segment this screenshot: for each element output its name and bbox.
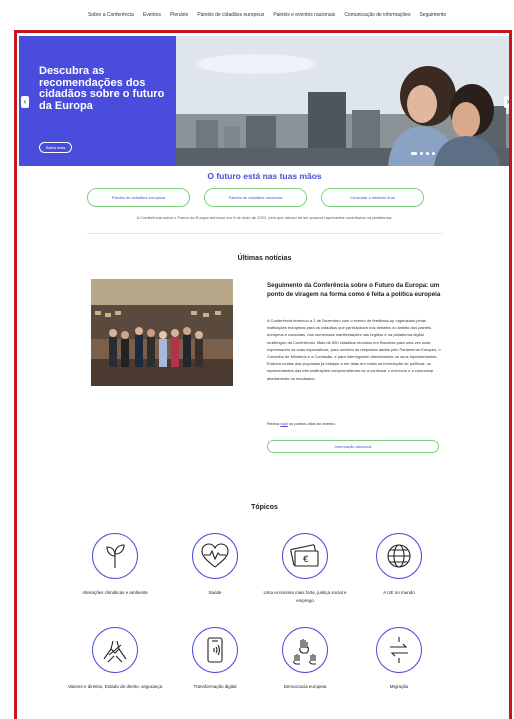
- nav-item-plenary[interactable]: Plenário: [170, 12, 188, 18]
- hero-learn-more-button[interactable]: Saiba mais: [39, 142, 72, 153]
- sprout-icon: [106, 544, 125, 568]
- future-section-title: O futuro está nas tuas mãos: [207, 171, 322, 181]
- top-navigation: Sobre a Conferência Eventos Plenário Pai…: [0, 0, 514, 30]
- more-information-button[interactable]: Informação adicional: [267, 440, 439, 453]
- topic-digital[interactable]: Transformação digital: [167, 627, 263, 691]
- national-panels-button[interactable]: Painéis de cidadãos nacionais: [204, 188, 307, 207]
- carousel-indicators: [411, 152, 435, 155]
- euro-banknote-icon: €: [290, 544, 319, 567]
- nav-item-follow-up[interactable]: Seguimento: [419, 12, 446, 18]
- svg-text:€: €: [303, 555, 309, 565]
- hero-panel: Descubra as recomendações dos cidadãos s…: [19, 36, 176, 166]
- final-report-button[interactable]: Consultar o relatório final: [321, 188, 424, 207]
- future-buttons: Painéis de cidadãos europeus Painéis de …: [87, 188, 424, 207]
- nav-item-national-panels[interactable]: Painéis e eventos nacionais: [273, 12, 335, 18]
- hero-photo-illustration: [176, 36, 509, 166]
- news-image[interactable]: [91, 279, 233, 386]
- topics-section-title: Tópicos: [251, 504, 278, 511]
- topic-label: Valores e direitos, Estado de direito, s…: [67, 684, 163, 689]
- topic-migration[interactable]: Migração: [351, 627, 447, 691]
- migration-arrows-icon: [390, 637, 408, 663]
- topic-circle[interactable]: [282, 627, 328, 673]
- topic-economy[interactable]: € Uma economia mais forte, justiça socia…: [257, 533, 353, 605]
- nav-item-european-panels[interactable]: Painéis de cidadãos europeus: [197, 12, 264, 18]
- carousel-dot[interactable]: [420, 152, 423, 155]
- topic-label: Democracia europeia: [283, 684, 327, 689]
- topic-circle[interactable]: €: [282, 533, 328, 579]
- nav-item-reporting[interactable]: Comunicação de informações: [344, 12, 410, 18]
- topic-democracy[interactable]: Democracia europeia: [257, 627, 353, 691]
- topic-circle[interactable]: [192, 627, 238, 673]
- topic-climate[interactable]: Alterações climáticas e ambiente: [67, 533, 163, 597]
- hero-title: Descubra as recomendações dos cidadãos s…: [39, 65, 165, 112]
- hero-carousel: Descubra as recomendações dos cidadãos s…: [19, 36, 510, 166]
- content-frame: Descubra as recomendações dos cidadãos s…: [14, 30, 512, 719]
- news-photo-illustration: [91, 279, 233, 386]
- topic-circle[interactable]: [92, 533, 138, 579]
- topic-label: Alterações climáticas e ambiente: [82, 590, 148, 595]
- future-note: A Conferência sobre o Futuro da Europa t…: [136, 215, 393, 220]
- topic-values-rights[interactable]: Valores e direitos, Estado de direito, s…: [67, 627, 163, 691]
- news-more-prefix: Reviva: [267, 421, 281, 426]
- topic-circle[interactable]: [192, 533, 238, 579]
- section-divider: [87, 233, 442, 234]
- chevron-right-icon: ›: [506, 97, 510, 106]
- topic-circle[interactable]: [92, 627, 138, 673]
- european-panels-button[interactable]: Painéis de cidadãos europeus: [87, 188, 190, 207]
- topic-label: Migração: [389, 684, 409, 689]
- topic-circle[interactable]: [376, 627, 422, 673]
- nav-item-events[interactable]: Eventos: [143, 12, 161, 18]
- globe-icon: [387, 544, 411, 568]
- joined-hands-icon: [103, 640, 127, 663]
- carousel-prev-button[interactable]: ‹: [21, 96, 29, 108]
- carousel-dot[interactable]: [426, 152, 429, 155]
- news-headline[interactable]: Seguimento da Conferência sobre o Futuro…: [267, 281, 442, 299]
- topic-label: Saúde: [208, 590, 222, 595]
- topic-health[interactable]: Saúde: [167, 533, 263, 597]
- page: Sobre a Conferência Eventos Plenário Pai…: [0, 0, 514, 719]
- carousel-dot[interactable]: [432, 152, 435, 155]
- topic-label: Transformação digital: [193, 684, 237, 689]
- news-section-title: Últimas notícias: [237, 255, 292, 262]
- topic-circle[interactable]: [376, 533, 422, 579]
- news-body: A Conferência terminou a 2 de Dezembro c…: [267, 318, 441, 381]
- heart-pulse-icon: [201, 543, 229, 568]
- chevron-left-icon: ‹: [23, 97, 27, 106]
- topic-label: Uma economia mais forte, justiça social …: [263, 590, 347, 603]
- topic-eu-world[interactable]: A UE no mundo: [351, 533, 447, 597]
- news-more-suffix: os pontos altos do evento.: [287, 421, 336, 426]
- smartphone-icon: [207, 637, 223, 663]
- carousel-dot-active[interactable]: [411, 152, 417, 155]
- topic-label: A UE no mundo: [383, 590, 415, 595]
- raised-hands-icon: [293, 639, 316, 665]
- news-more-line: Reviva aqui os pontos altos do evento.: [267, 421, 442, 426]
- nav-item-about[interactable]: Sobre a Conferência: [88, 12, 134, 18]
- hero-image: [176, 36, 509, 166]
- carousel-next-button[interactable]: ›: [504, 96, 510, 108]
- news-more-link[interactable]: aqui: [280, 421, 288, 426]
